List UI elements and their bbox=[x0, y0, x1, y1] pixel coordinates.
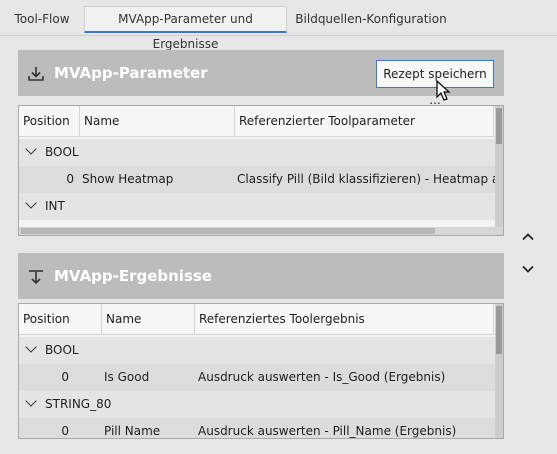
column-header-name[interactable]: Name bbox=[102, 304, 195, 334]
parameter-section-title: MVApp-Parameter bbox=[54, 64, 208, 82]
row-position: 0 bbox=[66, 172, 74, 186]
scrollbar-thumb[interactable] bbox=[496, 306, 502, 354]
row-name: Is Good bbox=[104, 370, 150, 384]
row-reference: Ausdruck auswerten - Pill_Name (Ergebnis… bbox=[198, 424, 457, 438]
group-row-bool[interactable]: BOOL bbox=[19, 337, 495, 364]
table-row[interactable]: 0 Show Heatmap Classify Pill (Bild klass… bbox=[19, 166, 495, 193]
chevron-down-icon[interactable] bbox=[25, 197, 37, 209]
table-row[interactable]: 0 Is Good Ausdruck auswerten - Is_Good (… bbox=[19, 364, 495, 391]
parameter-table: Position Name Referenzierter Toolparamet… bbox=[18, 105, 504, 236]
column-header-position[interactable]: Position bbox=[19, 106, 80, 136]
group-row-int[interactable]: INT bbox=[19, 193, 495, 220]
chevron-up-icon[interactable] bbox=[520, 229, 536, 245]
group-row-string-80[interactable]: STRING_80 bbox=[19, 391, 495, 418]
table-row[interactable]: 0 Pill Name Ausdruck auswerten - Pill_Na… bbox=[19, 418, 495, 438]
upload-icon bbox=[29, 270, 43, 285]
vertical-scrollbar[interactable] bbox=[495, 106, 503, 227]
row-position: 0 bbox=[61, 424, 69, 438]
chevron-down-icon[interactable] bbox=[25, 143, 37, 155]
column-header-reference[interactable]: Referenziertes Toolergebnis bbox=[195, 304, 494, 334]
download-icon bbox=[28, 67, 44, 81]
row-name: Show Heatmap bbox=[82, 172, 174, 186]
chevron-down-icon[interactable] bbox=[25, 341, 37, 353]
parameter-section-header: MVApp-Parameter Rezept speichern ... bbox=[18, 50, 504, 107]
chevron-down-icon[interactable] bbox=[520, 261, 536, 277]
vertical-scrollbar[interactable] bbox=[495, 304, 503, 438]
scrollbar-thumb[interactable] bbox=[496, 108, 502, 144]
save-recipe-button[interactable]: Rezept speichern ... bbox=[376, 60, 494, 107]
row-reference: Ausdruck auswerten - Is_Good (Ergebnis) bbox=[198, 370, 446, 384]
tab-bar: Tool-Flow MVApp-Parameter und Ergebnisse… bbox=[0, 0, 557, 51]
group-row-bool[interactable]: BOOL bbox=[19, 139, 495, 166]
scrollbar-thumb[interactable] bbox=[21, 228, 435, 234]
tab-tool-flow[interactable]: Tool-Flow bbox=[6, 6, 78, 33]
column-header-name[interactable]: Name bbox=[80, 106, 235, 136]
group-label: BOOL bbox=[45, 145, 79, 159]
horizontal-scrollbar[interactable] bbox=[19, 227, 503, 235]
header-divider bbox=[19, 334, 495, 335]
tab-mvapp-parameter-ergebnisse[interactable]: MVApp-Parameter und Ergebnisse bbox=[84, 6, 287, 51]
column-header-reference[interactable]: Referenzierter Toolparameter bbox=[235, 106, 494, 136]
group-label: INT bbox=[45, 199, 65, 213]
results-section-title: MVApp-Ergebnisse bbox=[54, 267, 212, 285]
row-reference: Classify Pill (Bild klassifizieren) - He… bbox=[237, 172, 495, 186]
tab-divider bbox=[0, 35, 557, 36]
column-header-position[interactable]: Position bbox=[19, 304, 102, 334]
chevron-down-icon[interactable] bbox=[25, 395, 37, 407]
row-name: Pill Name bbox=[104, 424, 161, 438]
tab-bildquellen-konfiguration[interactable]: Bildquellen-Konfiguration bbox=[294, 6, 448, 33]
group-label: BOOL bbox=[45, 343, 79, 357]
header-divider bbox=[19, 136, 495, 137]
group-label: STRING_80 bbox=[45, 397, 112, 411]
mouse-cursor-icon bbox=[436, 80, 451, 101]
results-table: Position Name Referenziertes Toolergebni… bbox=[18, 303, 504, 439]
results-section-header: MVApp-Ergebnisse bbox=[18, 253, 504, 299]
row-position: 0 bbox=[61, 370, 69, 384]
